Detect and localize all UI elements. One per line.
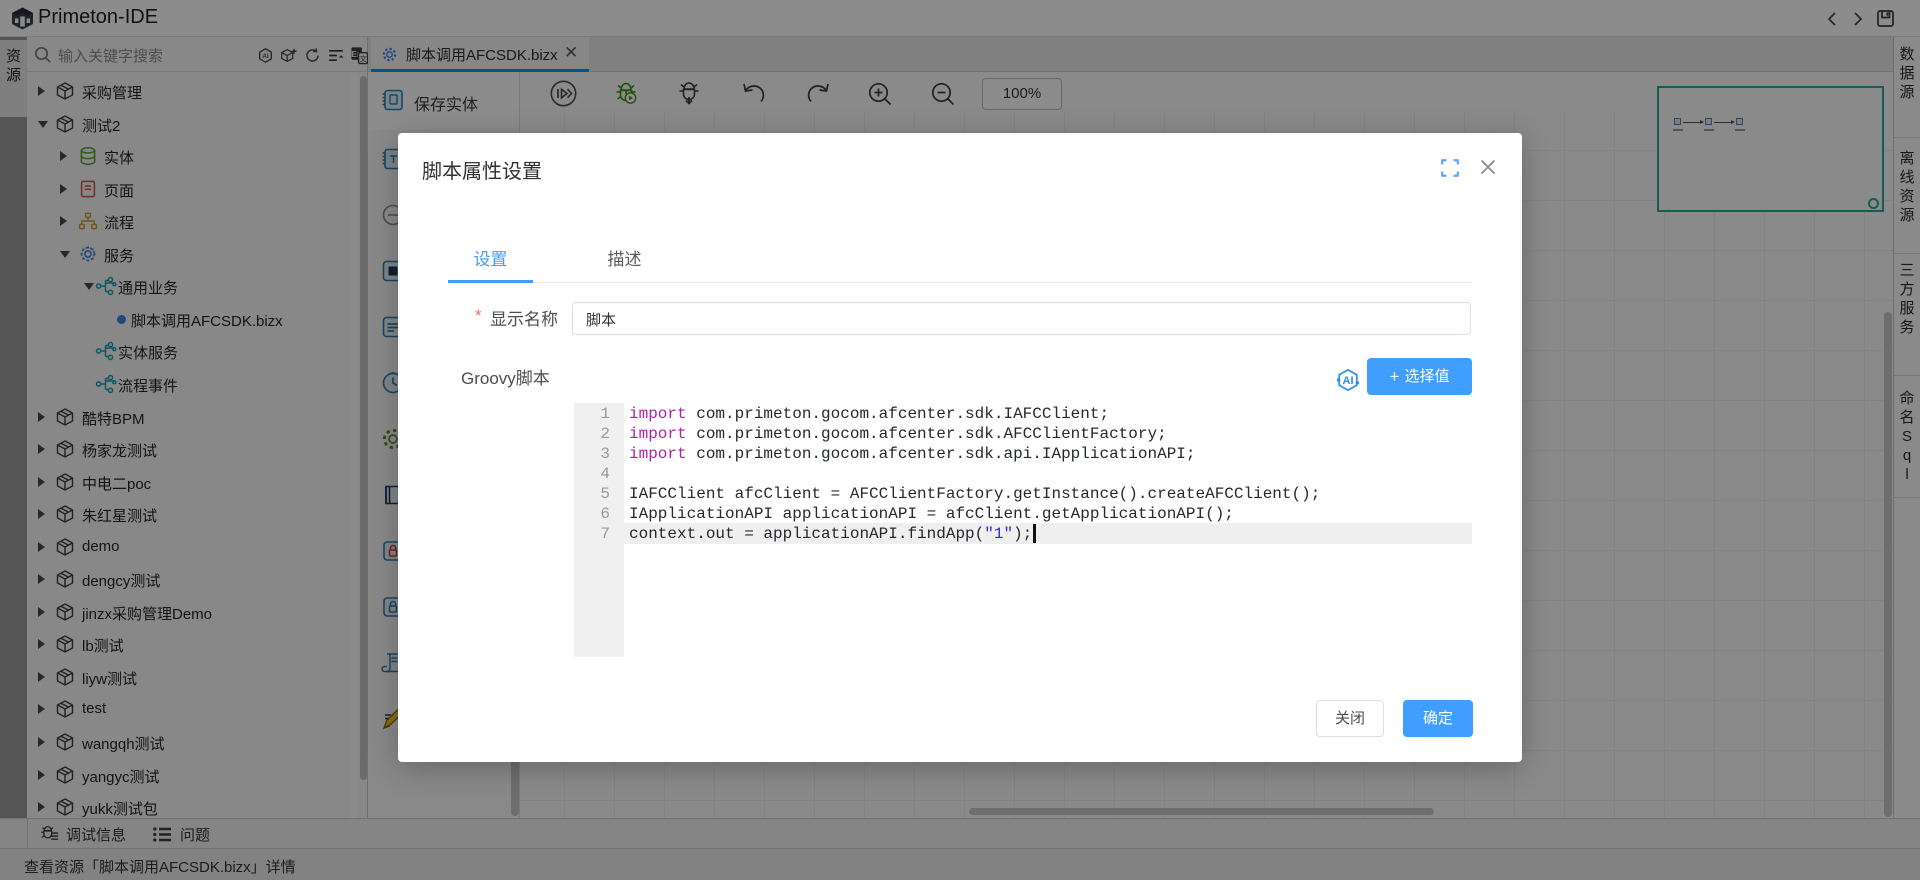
svg-text:AI: AI — [1343, 375, 1354, 387]
